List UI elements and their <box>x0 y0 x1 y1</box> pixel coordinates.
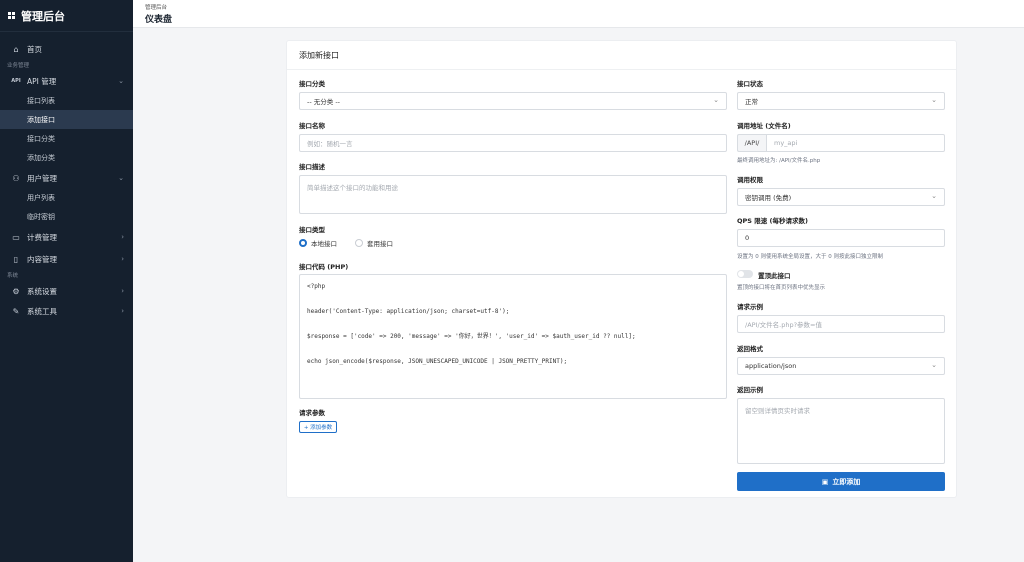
chevron-down-icon: ⌄ <box>931 192 937 200</box>
top-header: 管理后台 仪表盘 <box>133 0 1024 28</box>
add-param-button[interactable]: + 添加参数 <box>299 421 337 433</box>
code-editor[interactable]: <?php header('Content-Type: application/j… <box>299 274 727 399</box>
return-example-label: 返回示例 <box>737 386 763 394</box>
type-label: 接口类型 <box>299 226 325 234</box>
brand[interactable]: 管理后台 <box>0 0 133 32</box>
grid-icon <box>8 11 16 20</box>
status-label: 接口状态 <box>737 80 763 88</box>
code-line: <?php <box>307 283 326 290</box>
sidebar-item-home[interactable]: ⌂ 首页 <box>0 39 133 59</box>
sidebar-item-temp-key[interactable]: 临时密钥 <box>0 207 133 226</box>
desc-textarea[interactable]: 简单描述这个接口的功能和用途 <box>299 175 727 214</box>
code-line: header('Content-Type: application/json; … <box>307 308 510 315</box>
chevron-down-icon: ⌄ <box>118 174 124 182</box>
sidebar-item-tools[interactable]: ✎ 系统工具 › <box>0 301 133 321</box>
code-line: echo json_encode($response, JSON_UNESCAP… <box>307 358 568 365</box>
name-label: 接口名称 <box>299 122 325 130</box>
add-api-card: 添加新接口 接口分类 -- 无分类 -- ⌄ 接口名称 例如：随机一言 接口描述… <box>286 40 957 498</box>
category-select[interactable]: -- 无分类 -- ⌄ <box>299 92 727 110</box>
page-title: 仪表盘 <box>145 15 173 25</box>
chevron-down-icon: ⌄ <box>931 96 937 104</box>
chevron-right-icon: › <box>121 233 124 241</box>
url-input[interactable]: my_api <box>766 134 945 152</box>
params-label: 请求参数 <box>299 409 325 417</box>
chevron-down-icon: ⌄ <box>713 96 719 104</box>
desc-label: 接口描述 <box>299 163 325 171</box>
document-icon: ▯ <box>13 254 19 264</box>
sidebar-item-content[interactable]: ▯ 内容管理 › <box>0 249 133 269</box>
return-format-select[interactable]: application/json ⌄ <box>737 357 945 375</box>
name-input[interactable]: 例如：随机一言 <box>299 134 727 152</box>
radio-local[interactable] <box>299 239 307 247</box>
req-example-input[interactable]: /API/文件名.php?参数=值 <box>737 315 945 333</box>
pin-hint: 置顶的接口将在首页列表中优先显示 <box>737 285 826 291</box>
section-label-system: 系统 <box>7 273 19 279</box>
category-label: 接口分类 <box>299 80 325 88</box>
status-select[interactable]: 正常 ⌄ <box>737 92 945 110</box>
wallet-icon: ▭ <box>12 232 20 242</box>
url-prefix: /API/ <box>737 134 766 152</box>
sidebar-item-add-api[interactable]: 添加接口 <box>0 110 133 129</box>
sidebar-item-api-list[interactable]: 接口列表 <box>0 91 133 110</box>
chevron-right-icon: › <box>121 307 124 315</box>
code-line: $response = ['code' => 200, 'message' =>… <box>307 333 636 340</box>
home-icon: ⌂ <box>13 44 19 54</box>
radio-proxy[interactable] <box>355 239 363 247</box>
sidebar-item-settings[interactable]: ⚙ 系统设置 › <box>0 281 133 301</box>
wrench-icon: ✎ <box>12 306 20 316</box>
users-icon: ⚇ <box>12 173 20 183</box>
sidebar-item-users[interactable]: ⚇ 用户管理 ⌄ <box>0 168 133 188</box>
chevron-down-icon: ⌄ <box>118 77 124 85</box>
perm-select[interactable]: 密钥调用 (免费) ⌄ <box>737 188 945 206</box>
save-icon: ▣ <box>821 477 829 486</box>
chevron-right-icon: › <box>121 255 124 263</box>
return-example-textarea[interactable]: 留空则详情页实时请求 <box>737 398 945 464</box>
sidebar-item-add-category[interactable]: 添加分类 <box>0 148 133 167</box>
pin-toggle[interactable] <box>737 270 753 278</box>
gear-icon: ⚙ <box>12 286 20 296</box>
qps-input[interactable]: 0 <box>737 229 945 247</box>
req-example-label: 请求示例 <box>737 303 763 311</box>
code-label: 接口代码 (PHP) <box>299 263 349 271</box>
sidebar-item-billing[interactable]: ▭ 计费管理 › <box>0 227 133 247</box>
qps-label: QPS 限速 (每秒请求数) <box>737 217 808 225</box>
qps-hint: 设置为 0 则使用系统全局设置，大于 0 则按此接口独立限制 <box>737 254 883 260</box>
api-icon: API <box>11 78 21 84</box>
type-radio-group: 本地接口 套用接口 <box>299 238 411 248</box>
brand-title: 管理后台 <box>21 9 65 23</box>
sidebar-item-api[interactable]: API API 管理 ⌄ <box>0 71 133 91</box>
breadcrumb[interactable]: 管理后台 <box>145 3 1024 11</box>
chevron-down-icon: ⌄ <box>931 361 937 369</box>
sidebar-item-api-category[interactable]: 接口分类 <box>0 129 133 148</box>
card-title: 添加新接口 <box>287 41 956 70</box>
section-label-business: 业务管理 <box>7 63 30 69</box>
url-hint: 最终调用地址为: /API/文件名.php <box>737 158 821 164</box>
sidebar: 管理后台 ⌂ 首页 业务管理 API API 管理 ⌄ 接口列表 添加接口 接口… <box>0 0 133 562</box>
sidebar-item-user-list[interactable]: 用户列表 <box>0 188 133 207</box>
pin-label[interactable]: 置顶此接口 <box>758 270 791 280</box>
perm-label: 调用权限 <box>737 176 763 184</box>
return-format-label: 返回格式 <box>737 345 763 353</box>
url-label: 调用地址 (文件名) <box>737 122 791 130</box>
chevron-right-icon: › <box>121 287 124 295</box>
submit-button[interactable]: ▣ 立即添加 <box>737 472 945 491</box>
